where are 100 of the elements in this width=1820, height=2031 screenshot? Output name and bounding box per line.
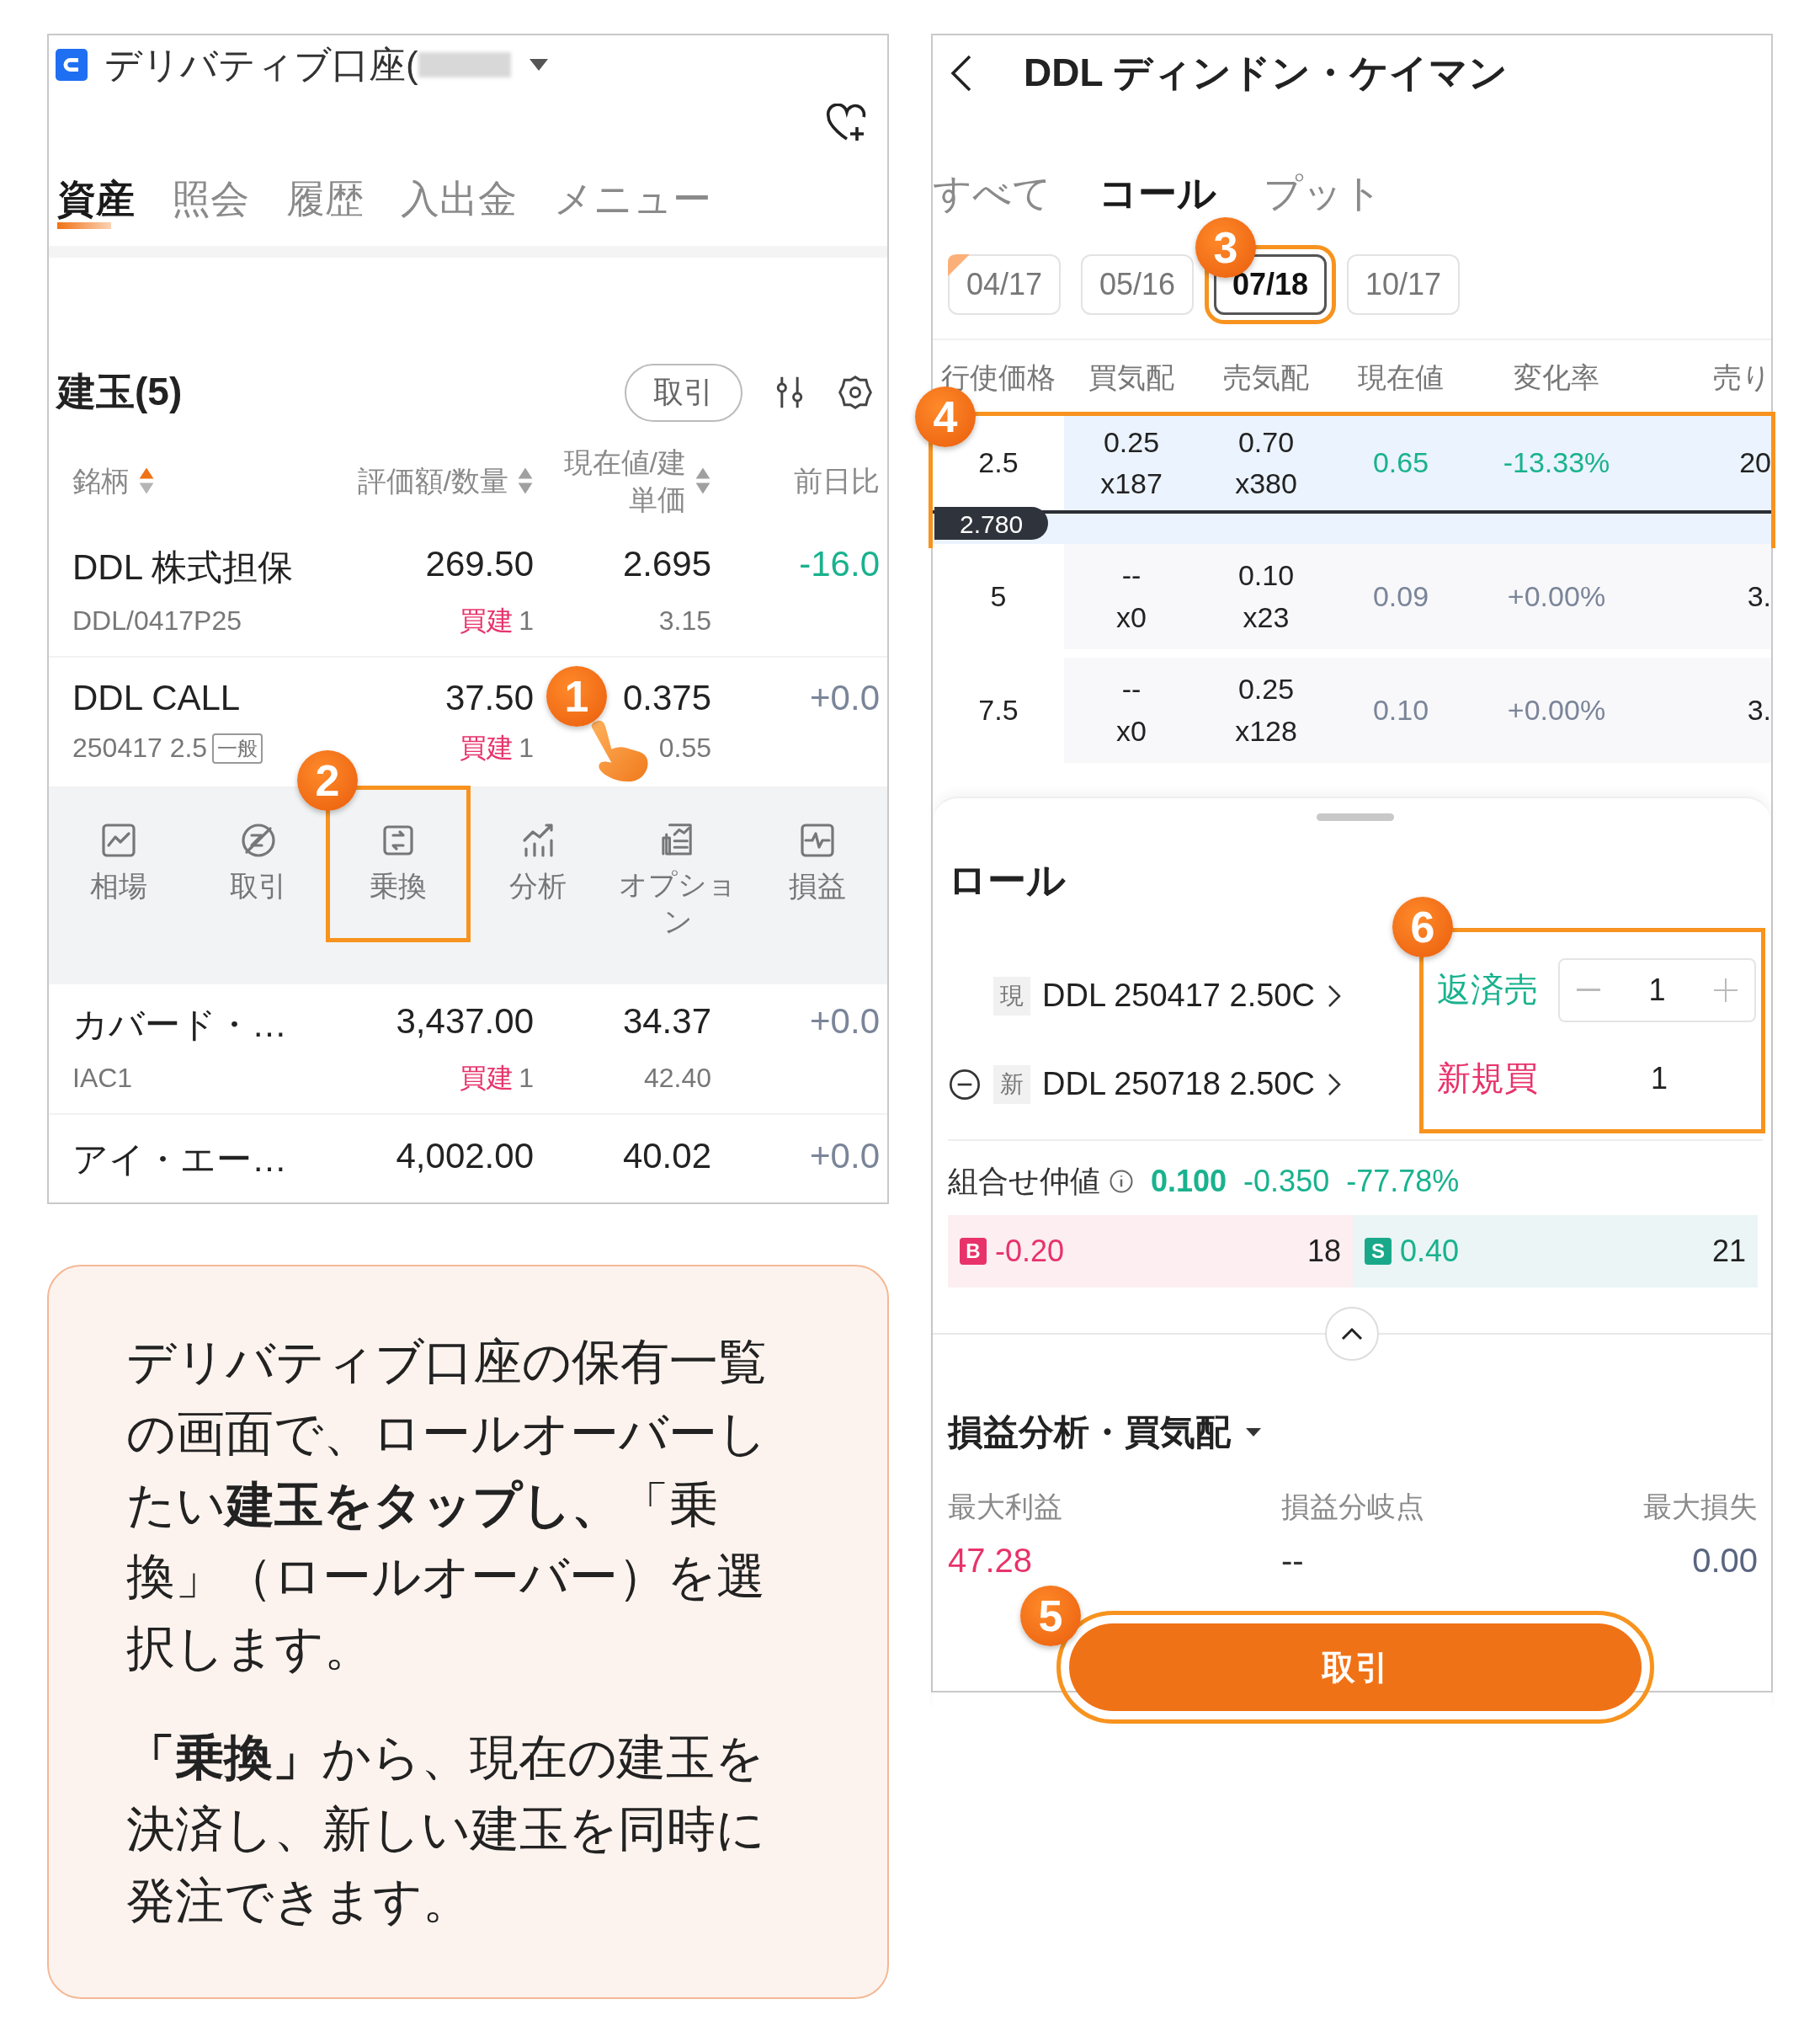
unit-cost: 42.40: [643, 1062, 711, 1095]
change-rate: +0.00%: [1506, 692, 1607, 728]
position-row[interactable]: カバード・… 3,437.00 34.37 +0.0 IAC1 買建 1 42.40: [49, 984, 887, 1115]
option-type-tab[interactable]: コール: [1099, 168, 1216, 220]
day-change: +0.0: [810, 1000, 880, 1042]
position-name: DDL CALL: [72, 677, 242, 718]
quote-price: 0.40: [1400, 1234, 1461, 1269]
note-paragraph: デリバティブ口座の保有一覧の画面で、ロールオーバーしたい建玉をタップし、「乗換」（ロールオーバー）を選択します。: [126, 1333, 768, 1677]
change-rate: -13.33%: [1502, 445, 1611, 481]
column-header: 買気配: [1088, 360, 1175, 395]
combo-label: 組合せ仲値: [948, 1162, 1100, 1200]
action-item[interactable]: 損益: [748, 788, 887, 940]
side-badge: S: [1365, 1238, 1392, 1265]
position-row[interactable]: DDL 株式担保 269.50 2.695 -16.0 DDL/0417P25 買建 1 3.15: [49, 527, 887, 658]
account-title[interactable]: デリバティブ口座(: [104, 40, 418, 90]
strike-price: 5: [933, 544, 1064, 649]
ask-quote: 0.10 x23: [1237, 558, 1296, 635]
nav-tab[interactable]: 履歴: [286, 170, 364, 229]
option-type-tab[interactable]: プット: [1264, 168, 1382, 220]
quantity-stepper[interactable]: 1: [1558, 957, 1756, 1022]
nav-tab[interactable]: 入出金: [401, 170, 517, 229]
action-item[interactable]: 相場: [49, 788, 189, 940]
trade-button[interactable]: 取引: [625, 363, 742, 422]
position-name: カバード・…: [72, 1003, 288, 1046]
position-name: アイ・エー…: [72, 1138, 288, 1181]
ask-quote: 0.70 x380: [1234, 424, 1298, 501]
day-change: +0.0: [810, 1136, 880, 1177]
action-label: 乗換: [369, 869, 428, 904]
position-value: 3,437.00: [396, 1000, 534, 1042]
action-item[interactable]: オプション: [608, 788, 748, 940]
combo-change: -0.350: [1243, 1164, 1330, 1199]
bid-quote: -- x0: [1115, 558, 1147, 635]
action-label: 損益: [788, 869, 847, 904]
column-header: 現在値: [1357, 360, 1445, 395]
column-header: 売気配: [1222, 360, 1310, 395]
dropdown-caret-icon: [527, 57, 550, 72]
chevron-right-icon: [1326, 983, 1342, 1009]
chevron-up-icon: [1340, 1326, 1364, 1341]
action-label: 取引: [229, 869, 288, 904]
note-paragraph: 「乗換」から、現在の建玉を決済し、新しい建玉を同時に発注できます。: [126, 1729, 766, 1929]
position-quantity: 1: [519, 605, 534, 637]
stat-label: 最大利益: [948, 1490, 1062, 1524]
unit-cost: 0.55: [658, 732, 711, 765]
bid-quote: 0.25 x187: [1099, 424, 1163, 501]
last-price: 0.10: [1371, 692, 1430, 728]
stat-label: 損益分岐点: [1281, 1490, 1424, 1524]
last-price: 0.09: [1371, 578, 1430, 614]
expiry-chip[interactable]: 05/16: [1081, 254, 1194, 315]
quantity-value: 1: [1648, 972, 1666, 1008]
position-quantity: 1: [519, 1063, 534, 1094]
column-header[interactable]: 前日比: [794, 461, 880, 500]
stat-value: 0.00: [1692, 1542, 1758, 1580]
drag-handle[interactable]: [1317, 813, 1394, 821]
action-label: オプション: [618, 866, 737, 939]
nav-tab[interactable]: 照会: [172, 170, 249, 229]
position-value: 37.50: [444, 677, 534, 718]
position-value: 4,002.00: [396, 1136, 534, 1177]
table-cell-text: 3.: [1746, 692, 1771, 728]
current-price: 0.375: [622, 677, 711, 718]
screen-title: DDL ディンドン・ケイマン: [1024, 50, 1509, 96]
quote-price: -0.20: [995, 1234, 1066, 1269]
section-title: 建玉(5): [57, 369, 184, 415]
unit-cost: 3.15: [658, 605, 711, 637]
day-change: -16.0: [799, 543, 880, 585]
position-code: IAC1: [72, 1063, 133, 1094]
sheet-title: ロール: [948, 857, 1067, 904]
action-item[interactable]: 分析: [468, 788, 608, 940]
nav-tab[interactable]: メニュー: [554, 170, 711, 229]
column-header[interactable]: 現在値/建単価: [547, 443, 686, 519]
leg-tag: 現: [993, 976, 1030, 1016]
analysis-title[interactable]: 損益分析・買気配: [948, 1409, 1231, 1456]
strike-price: 7.5: [933, 658, 1064, 763]
contract-name[interactable]: DDL 250417 2.50C: [1042, 978, 1315, 1014]
expiry-chip[interactable]: 04/17: [948, 254, 1061, 315]
current-price: 34.37: [622, 1000, 711, 1042]
position-row[interactable]: アイ・エー… 4,002.00 40.02 +0.0: [49, 1115, 887, 1202]
stat-value: --: [1281, 1542, 1305, 1580]
current-price: 2.695: [622, 543, 711, 585]
contract-name[interactable]: DDL 250718 2.50C: [1042, 1066, 1315, 1102]
column-header: 売り: [1712, 360, 1771, 395]
stat-value: 47.28: [948, 1542, 1034, 1580]
quote-size: 21: [1711, 1234, 1746, 1269]
table-cell-text: 3.: [1746, 578, 1771, 614]
position-value: 269.50: [425, 543, 534, 585]
chevron-right-icon: [1326, 1071, 1342, 1097]
current-price: 40.02: [622, 1136, 711, 1177]
position-side: 買建: [460, 604, 514, 637]
combo-mid-price: 0.100: [1151, 1164, 1227, 1199]
app-logo-icon: [56, 49, 88, 81]
minus-icon: [1577, 989, 1600, 991]
column-header[interactable]: 銘柄: [72, 461, 130, 500]
option-type-tab[interactable]: すべて: [933, 168, 1051, 220]
position-side: 買建: [460, 1061, 514, 1095]
column-header[interactable]: 評価額/数量: [357, 461, 508, 500]
account-tag: 一般: [212, 733, 263, 764]
settings-icon: [837, 374, 874, 411]
side-badge: B: [960, 1238, 987, 1265]
expiry-chip[interactable]: 10/17: [1347, 254, 1460, 315]
plus-icon: [1714, 978, 1738, 1002]
last-price: 0.65: [1371, 445, 1430, 481]
